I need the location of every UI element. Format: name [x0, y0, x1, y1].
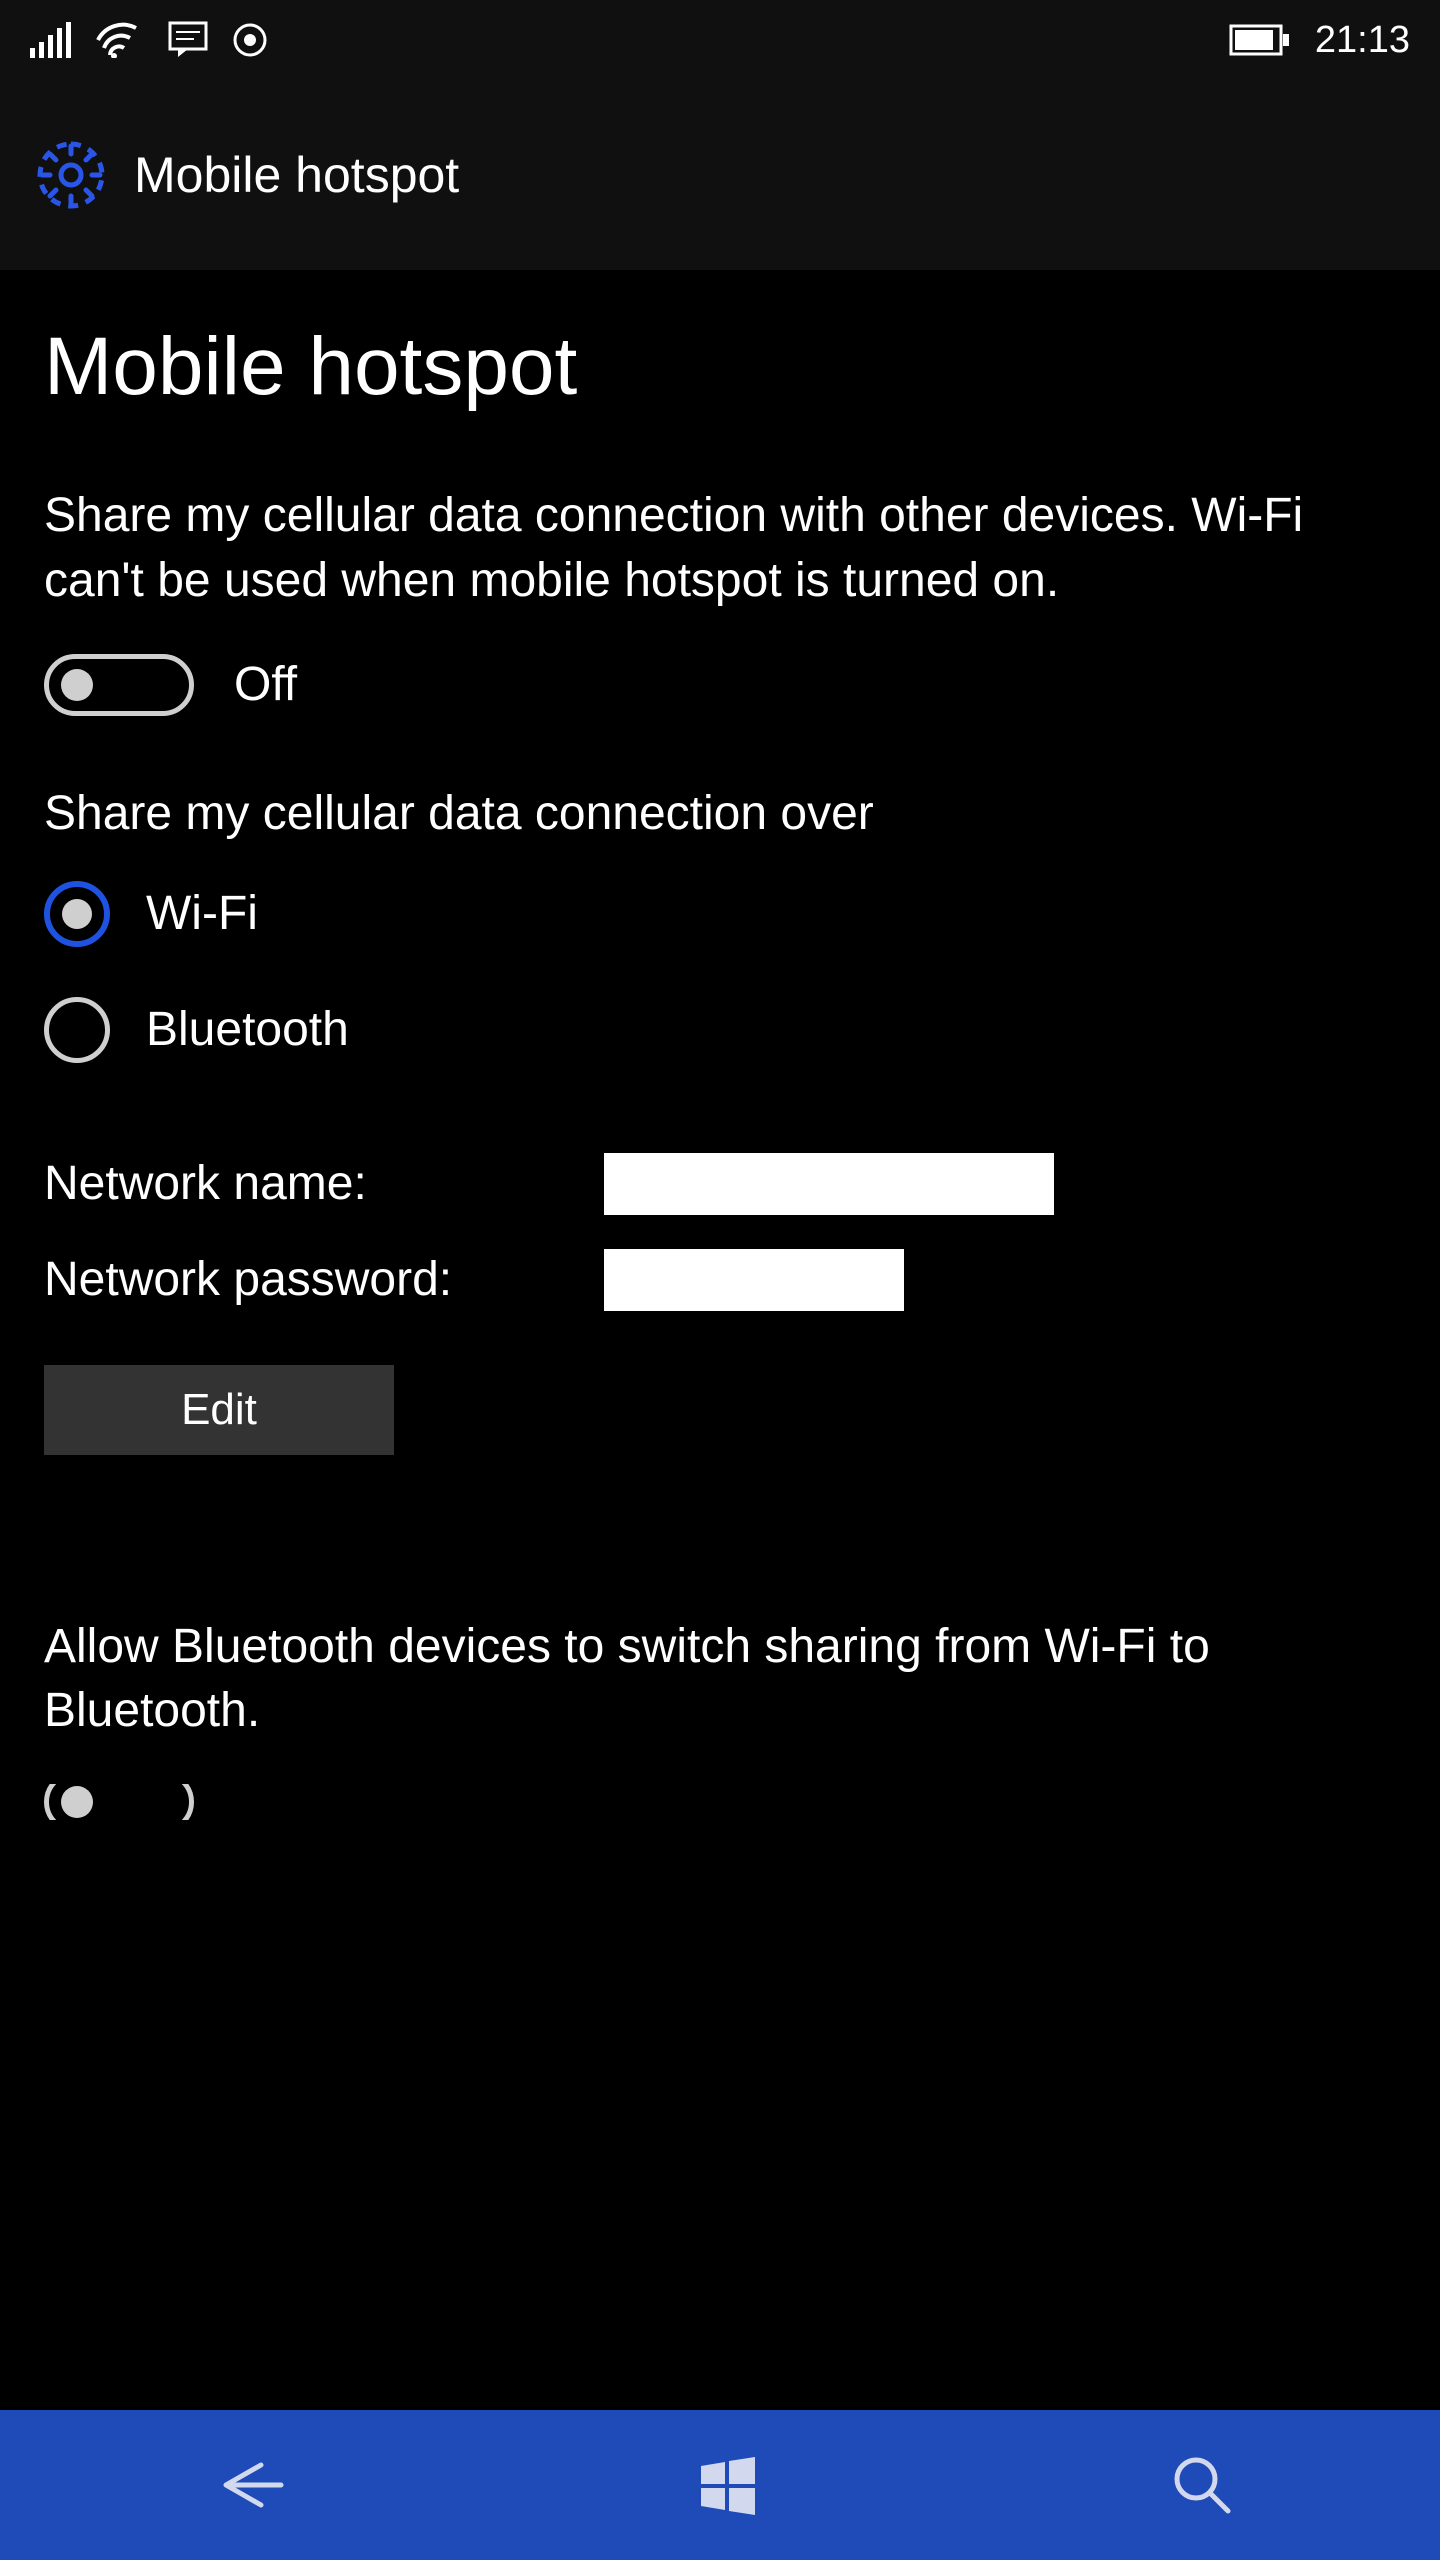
windows-icon[interactable]: [697, 2454, 759, 2516]
toggle-knob: [61, 669, 93, 701]
message-icon: [168, 21, 208, 59]
radio-bluetooth-label: Bluetooth: [146, 1002, 349, 1057]
radio-inner: [62, 899, 92, 929]
page-title: Mobile hotspot: [44, 320, 1396, 414]
network-name-row: Network name:: [44, 1153, 1396, 1215]
status-bar-right: 21:13: [1229, 19, 1410, 62]
signal-icon: [30, 22, 72, 58]
radio-wifi-label: Wi-Fi: [146, 886, 258, 941]
bluetooth-switch-label: Allow Bluetooth devices to switch sharin…: [44, 1615, 1396, 1745]
content: Mobile hotspot Share my cellular data co…: [0, 270, 1440, 1820]
radio-bluetooth-row[interactable]: Bluetooth: [44, 997, 1396, 1063]
hotspot-toggle[interactable]: [44, 654, 194, 716]
wifi-icon: [96, 22, 144, 58]
search-icon[interactable]: [1170, 2453, 1234, 2517]
hotspot-toggle-label: Off: [234, 657, 297, 712]
battery-icon: [1229, 24, 1291, 56]
share-over-label: Share my cellular data connection over: [44, 786, 1396, 841]
hotspot-toggle-row: Off: [44, 654, 1396, 716]
network-password-row: Network password:: [44, 1249, 1396, 1311]
nav-bar: [0, 2410, 1440, 2560]
edit-button[interactable]: Edit: [44, 1365, 394, 1455]
header-title: Mobile hotspot: [134, 146, 459, 204]
radio-wifi-row[interactable]: Wi-Fi: [44, 881, 1396, 947]
network-name-value: [604, 1153, 1054, 1215]
status-time: 21:13: [1315, 19, 1410, 62]
status-bar: 21:13: [0, 0, 1440, 80]
header: Mobile hotspot: [0, 80, 1440, 270]
network-password-value: [604, 1249, 904, 1311]
bluetooth-toggle[interactable]: [44, 1784, 194, 1820]
hotspot-description: Share my cellular data connection with o…: [44, 484, 1396, 614]
status-bar-left: [30, 21, 268, 59]
bluetooth-switch-section: Allow Bluetooth devices to switch sharin…: [44, 1615, 1396, 1821]
back-icon[interactable]: [206, 2455, 286, 2515]
radio-bluetooth[interactable]: [44, 997, 110, 1063]
location-icon: [232, 22, 268, 58]
toggle-knob: [61, 1786, 93, 1818]
radio-wifi[interactable]: [44, 881, 110, 947]
gear-icon: [36, 140, 106, 210]
network-password-label: Network password:: [44, 1252, 604, 1307]
bluetooth-toggle-row: Off: [44, 1784, 1396, 1820]
network-name-label: Network name:: [44, 1156, 604, 1211]
network-table: Network name: Network password: Edit: [44, 1153, 1396, 1455]
